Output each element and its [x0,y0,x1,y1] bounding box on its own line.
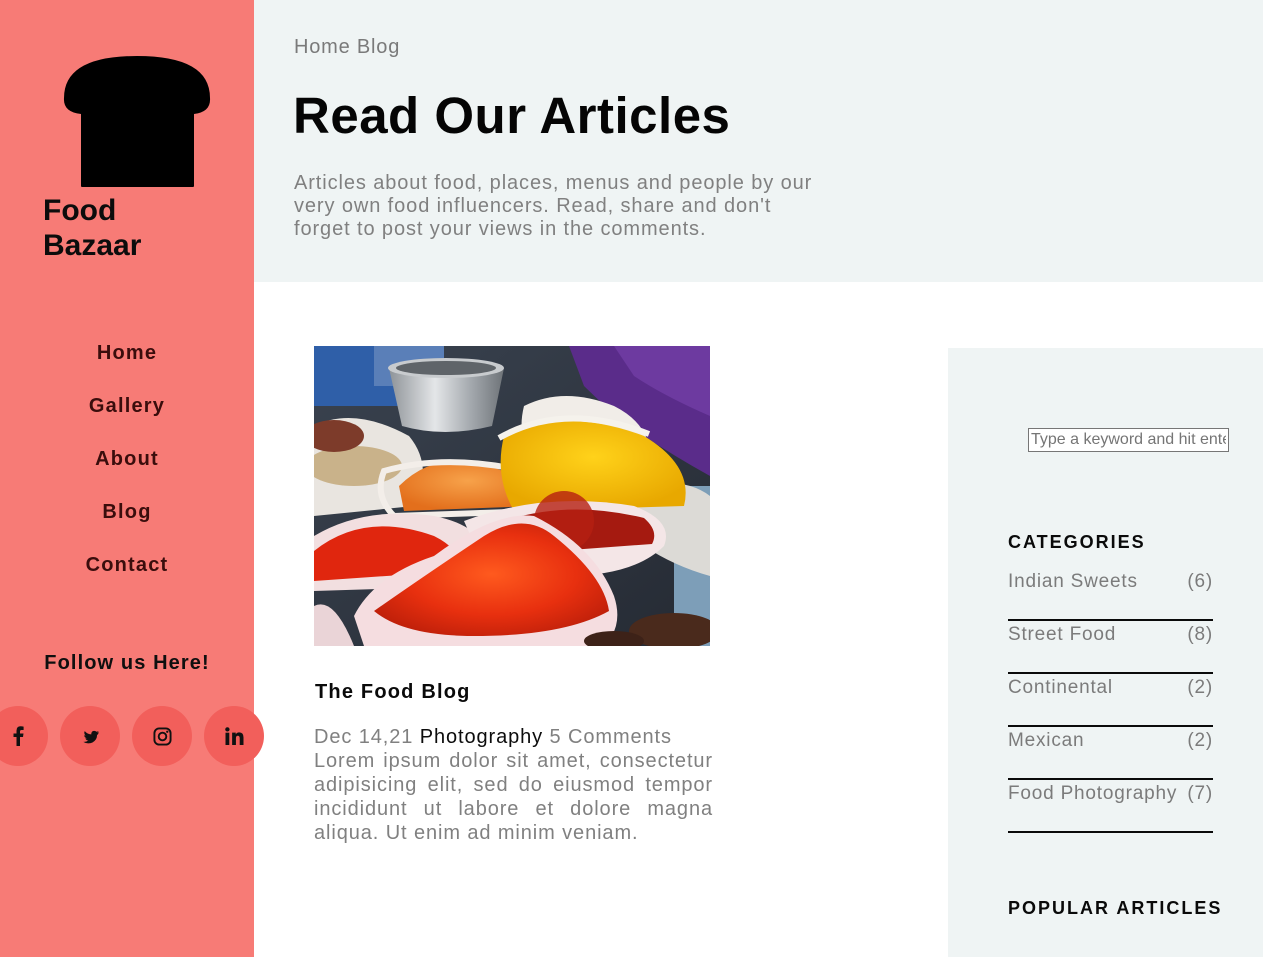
brand-name[interactable]: Food Bazaar [43,193,203,263]
linkedin-icon [224,727,243,745]
nav-item-gallery[interactable]: Gallery [0,388,254,441]
facebook-button[interactable] [0,706,48,766]
brand-name-line1: Food [43,194,117,227]
category-item[interactable]: Mexican (2) [1008,727,1213,780]
sidebar: Food Bazaar Home Gallery About Blog Cont… [0,0,264,957]
category-name: Street Food [1008,624,1117,645]
breadcrumb: Home Blog [294,36,400,59]
breadcrumb-home[interactable]: Home [294,36,351,58]
category-item[interactable]: Food Photography (7) [1008,780,1213,833]
nav-item-blog[interactable]: Blog [0,494,254,547]
follow-heading: Follow us Here! [44,652,210,674]
post-title[interactable]: The Food Blog [315,681,471,704]
post-date: Dec 14,21 [314,726,414,748]
popular-articles-heading: POPULAR ARTICLES [1008,898,1223,918]
search-input[interactable] [1028,428,1229,452]
category-name: Indian Sweets [1008,571,1138,592]
category-item[interactable]: Indian Sweets (6) [1008,568,1213,621]
instagram-button[interactable] [132,706,192,766]
blog-sidebar: CATEGORIES Indian Sweets (6) Street Food… [948,348,1263,957]
bread-icon[interactable] [63,56,211,187]
category-count: (2) [1187,677,1213,698]
post-excerpt: Lorem ipsum dolor sit amet, consectetur … [314,750,713,844]
categories-list: Indian Sweets (6) Street Food (8) Contin… [1008,568,1213,833]
breadcrumb-blog[interactable]: Blog [357,36,400,58]
nav-item-contact[interactable]: Contact [0,547,254,600]
category-name: Mexican [1008,730,1085,751]
twitter-button[interactable] [60,706,120,766]
category-item[interactable]: Continental (2) [1008,674,1213,727]
spices-photo [314,346,710,646]
category-count: (8) [1187,624,1213,645]
category-count: (6) [1187,571,1213,592]
category-count: (7) [1187,783,1213,804]
page-header: Home Blog Read Our Articles Articles abo… [254,0,1263,282]
category-item[interactable]: Street Food (8) [1008,621,1213,674]
post-meta: Dec 14,21 Photography 5 Comments [314,725,672,749]
post-comments-link[interactable]: 5 Comments [550,726,672,748]
facebook-icon [13,726,24,746]
main-nav: Home Gallery About Blog Contact [0,335,254,600]
twitter-icon [82,730,99,743]
category-name: Continental [1008,677,1113,698]
post-image[interactable] [314,346,710,646]
linkedin-button[interactable] [204,706,264,766]
nav-item-home[interactable]: Home [0,335,254,388]
page-title: Read Our Articles [293,87,731,144]
brand-name-line2: Bazaar [43,229,142,262]
post-category-link[interactable]: Photography [420,726,543,748]
page-intro: Articles about food, places, menus and p… [294,172,813,240]
nav-item-about[interactable]: About [0,441,254,494]
category-count: (2) [1187,730,1213,751]
instagram-icon [152,726,172,746]
category-name: Food Photography [1008,783,1178,804]
categories-heading: CATEGORIES [1008,532,1146,552]
